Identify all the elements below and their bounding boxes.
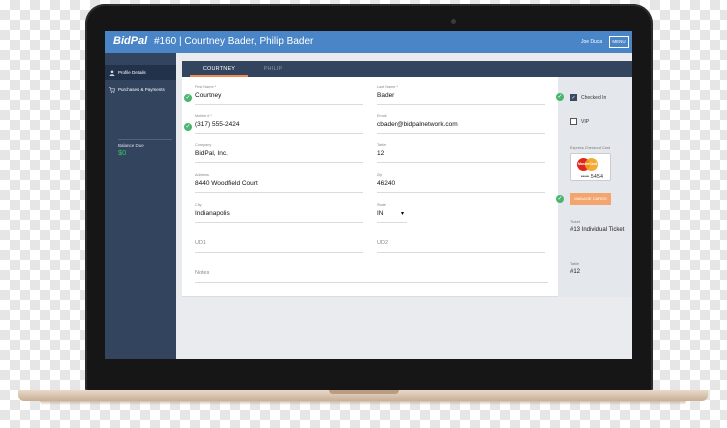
tab-philip[interactable]: PHILIP <box>244 61 302 77</box>
ticket-value: #13 Individual Ticket <box>570 227 625 233</box>
profile-form: ✓ First Name * Courtney Last Name * Bade… <box>182 77 558 297</box>
field-placeholder: UD2 <box>377 240 389 246</box>
ud1-field[interactable]: UD1 <box>195 231 363 253</box>
email-field[interactable]: Email cbader@bidpalnetwork.com <box>377 112 545 134</box>
check-circle-icon: ✓ <box>184 94 192 102</box>
laptop-notch <box>329 390 399 394</box>
express-checkout-label: Express Checkout Card <box>570 146 611 150</box>
sidebar-item-label: Purchases & Payments <box>118 87 165 92</box>
camera-icon <box>451 19 456 24</box>
state-select[interactable]: State IN ▾ <box>377 201 407 223</box>
sidebar: Profile Details Purchases & Payments Bal… <box>105 53 176 359</box>
field-placeholder: Notes <box>195 270 210 276</box>
ticket-label: Ticket <box>570 220 580 224</box>
top-bar: BidPal #160 | Courtney Bader, Philip Bad… <box>105 31 632 53</box>
field-label: First Name * <box>195 85 217 89</box>
field-label: Zip <box>377 173 383 177</box>
table-field[interactable]: Table 12 <box>377 141 545 163</box>
guest-tabs: COURTNEY PHILIP <box>182 61 632 77</box>
dropdown-caret-icon: ▾ <box>401 211 405 217</box>
first-name-field[interactable]: First Name * Courtney <box>195 83 363 105</box>
field-value: 8440 Woodfield Court <box>195 180 258 187</box>
vip-label: VIP <box>581 119 590 125</box>
laptop-shadow <box>40 401 686 405</box>
check-circle-icon: ✓ <box>556 93 564 101</box>
table-label: Table <box>570 262 580 266</box>
field-value: Indianapolis <box>195 210 230 217</box>
zip-field[interactable]: Zip 46240 <box>377 171 545 193</box>
ud2-field[interactable]: UD2 <box>377 231 545 253</box>
balance-value: $0 <box>118 148 127 157</box>
field-placeholder: UD1 <box>195 240 207 246</box>
manage-cards-button[interactable]: MANAGE CARDS <box>570 193 611 205</box>
field-label: City <box>195 203 202 207</box>
field-label: Company <box>195 143 212 147</box>
app-screen: BidPal #160 | Courtney Bader, Philip Bad… <box>105 31 632 359</box>
field-value: 12 <box>377 150 385 157</box>
bidpal-logo[interactable]: BidPal <box>113 35 147 47</box>
notes-field[interactable]: Notes <box>195 261 548 283</box>
city-field[interactable]: City Indianapolis <box>195 201 363 223</box>
check-circle-icon: ✓ <box>184 123 192 131</box>
checked-in-checkbox[interactable]: ✓ <box>570 94 577 101</box>
field-label: Address <box>195 173 209 177</box>
field-value: Bader <box>377 92 395 99</box>
user-name[interactable]: Joe Duca <box>581 39 602 45</box>
field-label: State <box>377 203 386 207</box>
address-field[interactable]: Address 8440 Woodfield Court <box>195 171 363 193</box>
company-field[interactable]: Company BidPal, Inc. <box>195 141 363 163</box>
field-label: Mobile # * <box>195 114 212 118</box>
field-value: BidPal, Inc. <box>195 150 228 157</box>
field-value: IN <box>377 210 384 217</box>
field-value: Courtney <box>195 92 222 99</box>
credit-card[interactable]: MasterCard •••• 5454 <box>570 153 611 181</box>
person-icon <box>109 70 115 76</box>
last-name-field[interactable]: Last Name * Bader <box>377 83 545 105</box>
field-label: Email <box>377 114 387 118</box>
cart-icon <box>109 87 115 93</box>
check-circle-icon: ✓ <box>556 195 564 203</box>
card-brand: MasterCard <box>578 162 598 166</box>
menu-button[interactable]: MENU <box>609 36 629 48</box>
sidebar-item-label: Profile Details <box>118 70 146 75</box>
table-value: #12 <box>570 269 581 275</box>
sidebar-item-profile-details[interactable]: Profile Details <box>105 65 176 80</box>
checked-in-label: Checked In <box>581 95 607 101</box>
mobile-field[interactable]: Mobile # * (317) 555-2424 <box>195 112 363 134</box>
page-title: #160 | Courtney Bader, Philip Bader <box>154 36 314 47</box>
sidebar-item-purchases[interactable]: Purchases & Payments <box>105 82 176 97</box>
field-label: Table <box>377 143 387 147</box>
field-value: (317) 555-2424 <box>195 121 240 128</box>
vip-checkbox[interactable] <box>570 118 577 125</box>
card-last4: •••• 5454 <box>581 174 604 180</box>
field-label: Last Name * <box>377 85 398 89</box>
guest-status-panel: ✓ ✓ Checked In VIP Express Checkout Card… <box>556 77 632 297</box>
divider <box>118 139 172 140</box>
field-value: 46240 <box>377 180 396 187</box>
field-value: cbader@bidpalnetwork.com <box>377 121 458 128</box>
tab-courtney[interactable]: COURTNEY <box>190 61 248 77</box>
